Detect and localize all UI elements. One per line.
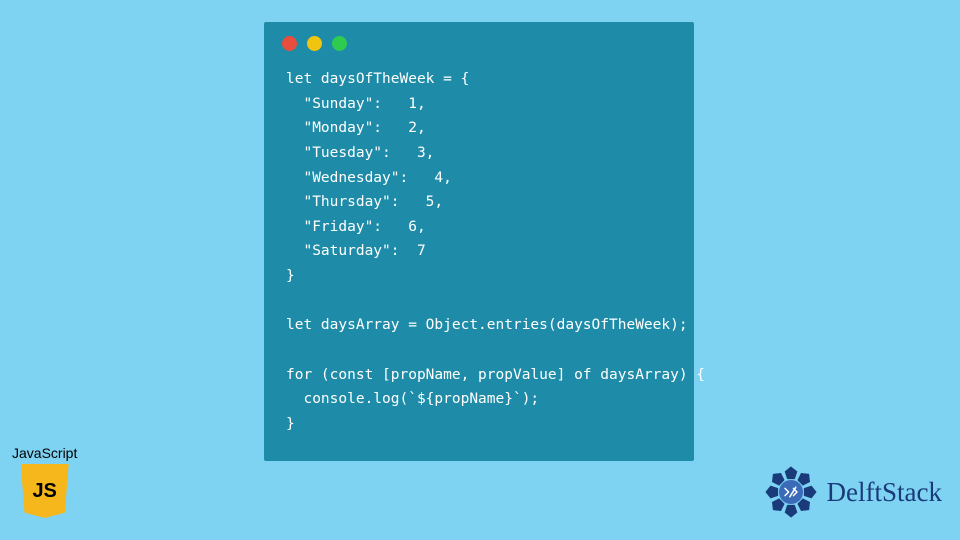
close-icon (282, 36, 297, 51)
delftstack-text: DelftStack (827, 477, 942, 508)
code-window: let daysOfTheWeek = { "Sunday": 1, "Mond… (264, 22, 694, 461)
code-block: let daysOfTheWeek = { "Sunday": 1, "Mond… (264, 61, 694, 443)
window-controls (264, 22, 694, 61)
maximize-icon (332, 36, 347, 51)
javascript-icon-text: JS (32, 480, 56, 503)
javascript-badge: JavaScript JS (12, 445, 77, 518)
minimize-icon (307, 36, 322, 51)
delftstack-emblem-icon (761, 462, 821, 522)
javascript-shield-icon: JS (21, 464, 69, 518)
delftstack-logo: DelftStack (761, 462, 942, 522)
javascript-label: JavaScript (12, 445, 77, 461)
